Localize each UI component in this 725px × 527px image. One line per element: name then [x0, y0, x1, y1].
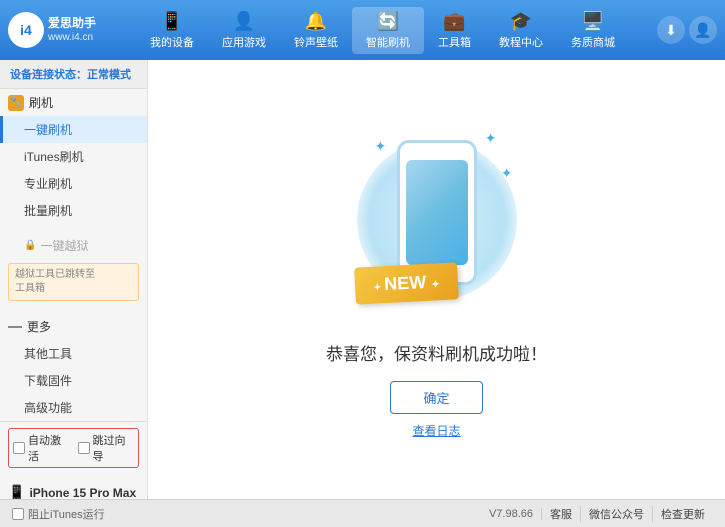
sidebar-item-pro-flash[interactable]: 专业刷机	[0, 170, 147, 197]
auto-activate-checkbox[interactable]: 自动激活	[13, 432, 70, 464]
my-device-icon: 📱	[161, 11, 183, 32]
sidebar-section-flash[interactable]: 🔧 刷机	[0, 89, 147, 116]
logo-icon: i4	[8, 12, 44, 48]
nav-tab-my-device[interactable]: 📱 我的设备	[136, 7, 208, 54]
sidebar-checkboxes: 自动激活 跳过向导	[0, 421, 147, 478]
new-ribbon: NEW	[354, 262, 458, 304]
service-icon: 🖥️	[582, 11, 604, 32]
footer-link-guest[interactable]: 客服	[542, 506, 581, 522]
download-button[interactable]: ⬇	[657, 16, 685, 44]
sidebar-item-download-firmware[interactable]: 下载固件	[0, 367, 147, 394]
footer: 阻止iTunes运行 V7.98.66 客服 微信公众号 检查更新	[0, 499, 725, 527]
footer-link-wechat[interactable]: 微信公众号	[581, 506, 653, 522]
sidebar-item-one-click-flash[interactable]: 一键刷机	[0, 116, 147, 143]
main-content: NEW ✦ ✦ ✦ 恭喜您，保资料刷机成功啦！ 确定 查看日志	[148, 60, 725, 499]
nav-tabs: 📱 我的设备 👤 应用游戏 🔔 铃声壁纸 🔄 智能刷机 💼 工具箱 🎓 教程中心…	[128, 7, 637, 54]
nav-tab-apps-games[interactable]: 👤 应用游戏	[208, 7, 280, 54]
device-phone-icon: 📱	[8, 484, 25, 499]
more-section-icon	[8, 326, 22, 328]
lock-icon: 🔒	[24, 240, 36, 251]
tutorial-icon: 🎓	[510, 11, 532, 32]
skip-guide-cb-box[interactable]	[78, 442, 90, 454]
logo-area: i4 爱思助手 www.i4.cn	[8, 12, 128, 48]
nav-tab-toolbox[interactable]: 💼 工具箱	[424, 7, 485, 54]
header-right: ⬇ 👤	[637, 16, 717, 44]
footer-itunes-label: 阻止iTunes运行	[28, 506, 105, 522]
flash-section-icon: 🔧	[8, 95, 24, 111]
sidebar-item-batch-flash[interactable]: 批量刷机	[0, 197, 147, 224]
nav-tab-ringtone[interactable]: 🔔 铃声壁纸	[280, 7, 352, 54]
sidebar-status: 设备连接状态：正常模式	[0, 60, 147, 89]
star-icon-1: ✦	[375, 138, 387, 155]
ringtone-icon: 🔔	[305, 11, 327, 32]
auto-activate-cb-box[interactable]	[13, 442, 25, 454]
sidebar-item-itunes-flash[interactable]: iTunes刷机	[0, 143, 147, 170]
footer-link-check-update[interactable]: 检查更新	[653, 506, 713, 522]
skip-guide-checkbox[interactable]: 跳过向导	[78, 432, 135, 464]
confirm-button[interactable]: 确定	[390, 381, 482, 414]
nav-tab-service[interactable]: 🖥️ 务质商城	[557, 7, 629, 54]
phone-screen	[406, 160, 468, 265]
logo-text: 爱思助手 www.i4.cn	[48, 16, 96, 45]
sidebar-item-jailbreak-disabled: 🔒 一键越狱	[0, 232, 147, 259]
nav-tab-tutorial[interactable]: 🎓 教程中心	[485, 7, 557, 54]
device-info: 📱 iPhone 15 Pro Max 512GB iPhone	[0, 478, 147, 499]
user-button[interactable]: 👤	[689, 16, 717, 44]
star-icon-3: ✦	[501, 165, 513, 182]
checkbox-row: 自动激活 跳过向导	[8, 428, 139, 468]
sidebar-section-more[interactable]: 更多	[0, 313, 147, 340]
footer-itunes-checkbox[interactable]	[12, 508, 24, 520]
success-text: 恭喜您，保资料刷机成功啦！	[326, 340, 547, 365]
jailbreak-note: 越狱工具已跳转至 工具箱	[8, 263, 139, 301]
toolbox-icon: 💼	[443, 11, 465, 32]
log-link[interactable]: 查看日志	[412, 422, 460, 439]
success-illustration: NEW ✦ ✦ ✦	[347, 120, 527, 320]
nav-tab-smart-flash[interactable]: 🔄 智能刷机	[352, 7, 424, 54]
content-area: 设备连接状态：正常模式 🔧 刷机 一键刷机 iTunes刷机 专业刷机 批量刷机…	[0, 60, 725, 499]
sidebar-item-other-tools[interactable]: 其他工具	[0, 340, 147, 367]
sidebar: 设备连接状态：正常模式 🔧 刷机 一键刷机 iTunes刷机 专业刷机 批量刷机…	[0, 60, 148, 499]
smart-flash-icon: 🔄	[377, 11, 399, 32]
footer-version: V7.98.66	[481, 508, 542, 520]
sidebar-item-advanced[interactable]: 高级功能	[0, 394, 147, 421]
device-row: 📱 iPhone 15 Pro Max	[8, 484, 139, 499]
apps-games-icon: 👤	[233, 11, 255, 32]
header: i4 爱思助手 www.i4.cn 📱 我的设备 👤 应用游戏 🔔 铃声壁纸 🔄…	[0, 0, 725, 60]
footer-right: V7.98.66 客服 微信公众号 检查更新	[481, 506, 713, 522]
star-icon-2: ✦	[485, 130, 497, 147]
footer-left: 阻止iTunes运行	[12, 506, 481, 522]
